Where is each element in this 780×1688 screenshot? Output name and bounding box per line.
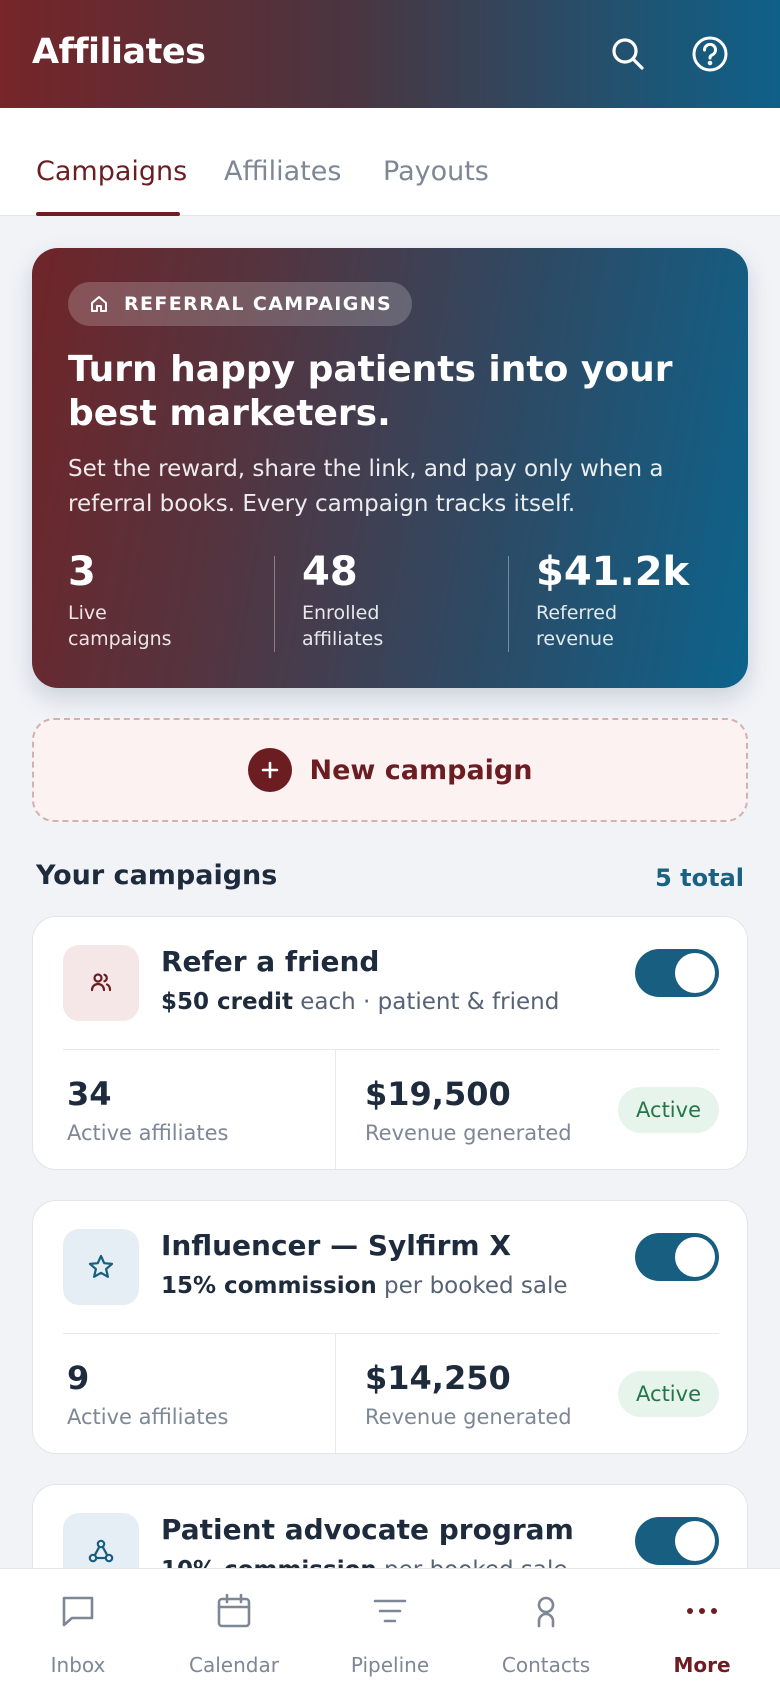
campaign-toggle[interactable] <box>635 949 719 997</box>
card-divider-vertical <box>335 1050 336 1169</box>
stat-value: 3 <box>68 549 96 595</box>
calendar-icon <box>217 1593 251 1628</box>
card-divider <box>63 1049 719 1050</box>
revenue-value: $19,500 <box>365 1075 511 1113</box>
stat-label: Referred revenue <box>536 602 618 650</box>
affiliates-count: 34 <box>67 1075 112 1113</box>
stat-live-campaigns: 3 Live campaigns <box>68 548 208 652</box>
campaign-toggle[interactable] <box>635 1233 719 1281</box>
campaign-icon-tile <box>63 945 139 1021</box>
nav-contacts[interactable]: Contacts <box>468 1569 624 1688</box>
campaign-icon-tile <box>63 1229 139 1305</box>
revenue-value: $14,250 <box>365 1359 511 1397</box>
nav-label: More <box>673 1653 731 1677</box>
affiliates-label: Active affiliates <box>67 1121 229 1145</box>
tab-campaigns[interactable]: Campaigns <box>36 156 187 187</box>
stat-label: Live campaigns <box>68 602 172 650</box>
campaign-reward: $50 credit each · patient & friend <box>161 989 559 1015</box>
campaign-count: 5 total <box>655 864 744 892</box>
status-badge: Active <box>618 1371 719 1417</box>
campaign-name: Influencer — Sylfirm X <box>161 1229 511 1262</box>
chat-icon <box>62 1596 94 1627</box>
campaign-name: Refer a friend <box>161 945 380 978</box>
filter-icon <box>373 1599 407 1623</box>
nav-label: Calendar <box>189 1653 279 1677</box>
stat-value: 48 <box>302 549 358 595</box>
tab-payouts[interactable]: Payouts <box>383 156 489 187</box>
plus-icon <box>261 761 278 779</box>
tab-affiliates[interactable]: Affiliates <box>224 156 341 187</box>
nav-pipeline[interactable]: Pipeline <box>312 1569 468 1688</box>
stat-enrolled-affiliates: 48 Enrolled affiliates <box>302 548 442 652</box>
help-icon <box>692 36 728 72</box>
nav-label: Pipeline <box>350 1653 430 1677</box>
tab-bar: Campaigns Affiliates Payouts <box>0 108 780 216</box>
bottom-nav: Inbox Calendar Pipeline Contacts More <box>0 1568 780 1688</box>
hero-badge: REFERRAL CAMPAIGNS <box>68 282 413 326</box>
new-campaign-label: New campaign <box>309 754 533 786</box>
more-icon <box>687 1608 717 1614</box>
stat-label: Enrolled affiliates <box>302 602 384 650</box>
reward-detail: each · patient & friend <box>292 989 560 1015</box>
revenue-label: Revenue generated <box>365 1121 572 1145</box>
nav-label: Contacts <box>501 1653 591 1677</box>
revenue-label: Revenue generated <box>365 1405 572 1429</box>
campaign-card[interactable]: Influencer — Sylfirm X 15% commission pe… <box>32 1200 748 1454</box>
reward-amount: 15% commission <box>161 1273 377 1299</box>
search-icon <box>612 38 644 70</box>
users-icon <box>90 973 112 992</box>
plus-circle <box>247 748 292 792</box>
nav-calendar[interactable]: Calendar <box>156 1569 312 1688</box>
hero-title: Turn happy patients into your best marke… <box>68 349 673 434</box>
active-tab-indicator <box>36 212 180 216</box>
reward-amount: $50 credit <box>161 989 293 1015</box>
stat-divider <box>274 556 275 652</box>
page-title: Affiliates <box>32 32 206 72</box>
hero-badge-label: REFERRAL CAMPAIGNS <box>124 293 393 315</box>
stat-value: $41.2k <box>536 549 690 595</box>
affiliates-label: Active affiliates <box>67 1405 229 1429</box>
affiliates-count: 9 <box>67 1359 90 1397</box>
hero-description: Set the reward, share the link, and pay … <box>68 456 664 517</box>
search-button[interactable] <box>606 32 650 76</box>
card-divider <box>63 1333 719 1334</box>
stat-divider <box>508 556 509 652</box>
new-campaign-button[interactable]: New campaign <box>32 718 748 822</box>
section-title: Your campaigns <box>36 860 278 891</box>
toggle-knob <box>675 1521 715 1561</box>
card-divider-vertical <box>335 1334 336 1453</box>
nav-label: Inbox <box>50 1653 106 1677</box>
campaign-toggle[interactable] <box>635 1517 719 1565</box>
nav-inbox[interactable]: Inbox <box>0 1569 156 1688</box>
home-icon <box>91 296 107 312</box>
status-badge: Active <box>618 1087 719 1133</box>
person-icon <box>537 1596 555 1628</box>
help-button[interactable] <box>688 32 732 76</box>
referral-hero-card: REFERRAL CAMPAIGNS Turn happy patients i… <box>32 248 748 688</box>
app-header: Affiliates <box>0 0 780 108</box>
stat-referred-revenue: $41.2k Referred revenue <box>536 548 689 652</box>
reward-detail: per booked sale <box>376 1273 568 1299</box>
campaign-name: Patient advocate program <box>161 1513 574 1546</box>
network-icon <box>88 1539 114 1563</box>
star-icon <box>88 1254 114 1278</box>
toggle-knob <box>675 953 715 993</box>
toggle-knob <box>675 1237 715 1277</box>
campaign-card[interactable]: Refer a friend $50 credit each · patient… <box>32 916 748 1170</box>
campaign-reward: 15% commission per booked sale <box>161 1273 568 1299</box>
nav-more[interactable]: More <box>624 1569 780 1688</box>
